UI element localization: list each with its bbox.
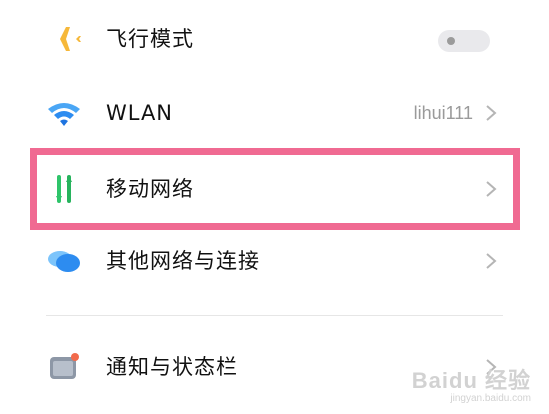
settings-row-label: WLAN (106, 101, 174, 125)
settings-row-label: 通知与状态栏 (106, 355, 238, 379)
settings-row-label: 其他网络与连接 (106, 249, 260, 273)
wifi-icon (46, 95, 82, 131)
settings-row-wlan[interactable]: WLAN lihui111 (0, 76, 549, 150)
settings-row-other-networks[interactable]: 其他网络与连接 (0, 224, 549, 298)
settings-row-airplane-mode[interactable]: 飞行模式 (0, 2, 549, 76)
airplane-icon (46, 21, 82, 57)
chevron-right-icon (484, 252, 498, 270)
toggle-knob (447, 37, 455, 45)
highlight-box (30, 148, 520, 230)
notification-icon (46, 349, 82, 385)
baidu-watermark: Baidu 经验 jingyan.baidu.com (412, 363, 531, 404)
settings-row-label: 飞行模式 (106, 27, 194, 51)
wlan-network-name: lihui111 (413, 103, 473, 123)
section-divider (46, 315, 503, 316)
watermark-main: Baidu 经验 (411, 368, 531, 393)
cloud-icon (46, 243, 82, 279)
airplane-mode-toggle[interactable] (438, 30, 490, 52)
chevron-right-icon (484, 104, 498, 122)
